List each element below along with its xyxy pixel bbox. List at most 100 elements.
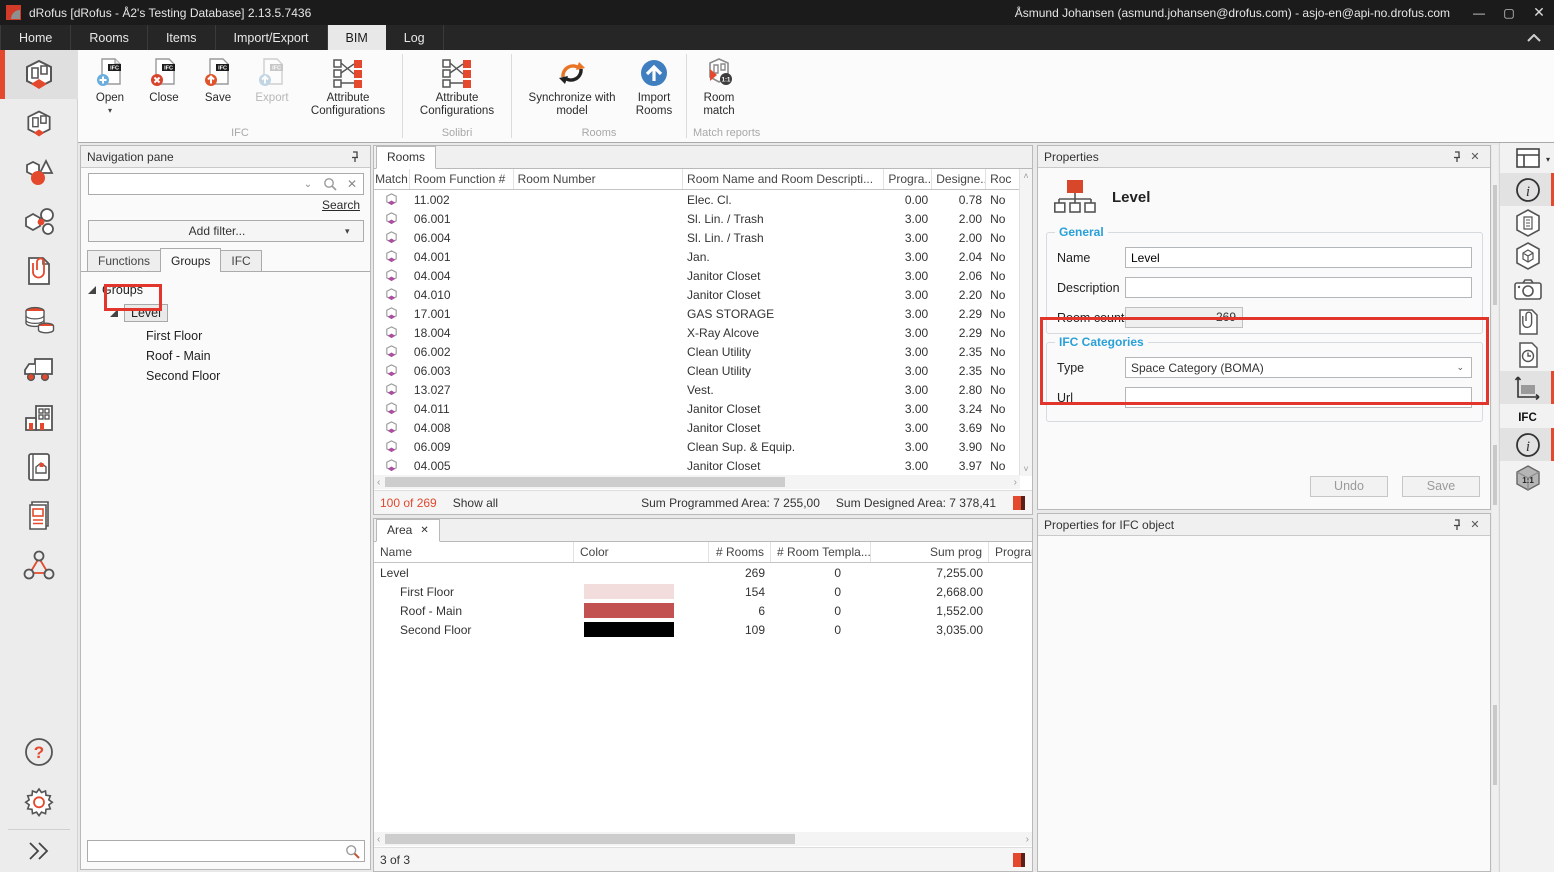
col-room-function[interactable]: Room Function #	[410, 169, 514, 189]
sidebar-item-finance[interactable]	[0, 295, 78, 344]
undo-button[interactable]: Undo	[1310, 476, 1388, 497]
tab-home[interactable]: Home	[0, 25, 71, 50]
show-all-link[interactable]: Show all	[453, 496, 498, 510]
open-dropdown-caret[interactable]: ▾	[108, 108, 112, 113]
add-filter-dropdown[interactable]: Add filter... ▾	[88, 220, 364, 242]
col-programmed[interactable]: Progra...	[884, 169, 932, 189]
name-field[interactable]	[1125, 247, 1472, 268]
room-row[interactable]: 06.002 Clean Utility 3.00 2.35 No	[374, 342, 1020, 361]
sidebar-item-items[interactable]	[0, 148, 78, 197]
sidebar-item-rooms[interactable]	[0, 50, 78, 99]
pin-icon[interactable]	[1448, 517, 1466, 533]
area-row[interactable]: Second Floor 109 0 3,035.00	[374, 620, 1032, 639]
area-doc-tab[interactable]: Area ✕	[376, 519, 440, 542]
sidebar-item-bim-manual[interactable]	[0, 442, 78, 491]
nav-tab-functions[interactable]: Functions	[87, 250, 161, 272]
clear-search-icon[interactable]: ✕	[341, 177, 363, 191]
nav-tab-ifc[interactable]: IFC	[220, 250, 261, 272]
close-panel-icon[interactable]: ✕	[1466, 149, 1484, 165]
report-book-icon[interactable]	[1012, 495, 1026, 511]
tab-bim[interactable]: BIM	[328, 25, 386, 50]
tree-node-groups[interactable]: Groups	[81, 280, 370, 300]
room-row[interactable]: 06.003 Clean Utility 3.00 2.35 No	[374, 361, 1020, 380]
report-book-icon[interactable]	[1012, 852, 1026, 868]
area-row[interactable]: Roof - Main 6 0 1,552.00	[374, 601, 1032, 620]
col-match[interactable]: Match	[374, 169, 410, 189]
room-row[interactable]: 17.001 GAS STORAGE 3.00 2.29 No	[374, 304, 1020, 323]
url-field[interactable]	[1125, 387, 1472, 408]
ifc-match-cube-icon[interactable]: 1:1	[1500, 461, 1554, 494]
tree-node-floor[interactable]: Roof - Main	[81, 346, 370, 366]
tree-filter-input[interactable]	[88, 844, 340, 859]
col-room-templates[interactable]: # Room Templa...	[771, 542, 871, 562]
maximize-button[interactable]: ▢	[1494, 0, 1524, 25]
col-num-rooms[interactable]: # Rooms	[709, 542, 771, 562]
sidebar-item-attachments[interactable]	[0, 246, 78, 295]
pin-icon[interactable]	[346, 149, 364, 165]
save-button[interactable]: IFC Save	[192, 54, 244, 105]
attachments-icon[interactable]	[1500, 305, 1554, 338]
search-input[interactable]	[89, 175, 297, 193]
close-button[interactable]: ✕	[1524, 0, 1554, 25]
chevron-down-icon[interactable]: ⌄	[297, 179, 319, 190]
close-panel-icon[interactable]: ✕	[1466, 517, 1484, 533]
collapse-ribbon-icon[interactable]	[1514, 25, 1554, 50]
col-name[interactable]: Name	[374, 542, 574, 562]
area-horizontal-scrollbar[interactable]: ‹›	[374, 832, 1032, 846]
sidebar-item-rooms-alt[interactable]	[0, 99, 78, 148]
tab-import-export[interactable]: Import/Export	[216, 25, 328, 50]
settings-gear-icon[interactable]	[0, 776, 78, 825]
attribute-configurations-solibri-button[interactable]: Attribute Configurations	[409, 54, 505, 118]
expand-sidebar-icon[interactable]	[0, 834, 78, 868]
col-room-name[interactable]: Room Name and Room Descripti...	[683, 169, 884, 189]
room-row[interactable]: 13.027 Vest. 3.00 2.80 No	[374, 380, 1020, 399]
pin-icon[interactable]	[1448, 149, 1466, 165]
sidebar-item-logistics[interactable]	[0, 344, 78, 393]
col-program[interactable]: Prograr	[989, 542, 1032, 562]
area-measure-icon[interactable]	[1500, 371, 1554, 404]
room-row[interactable]: 04.008 Janitor Closet 3.00 3.69 No	[374, 418, 1020, 437]
rooms-horizontal-scrollbar[interactable]: ‹›	[374, 475, 1020, 489]
room-row[interactable]: 06.004 Sl. Lin. / Trash 3.00 2.00 No	[374, 228, 1020, 247]
properties-scrollbar[interactable]	[1492, 145, 1498, 872]
description-field[interactable]	[1125, 277, 1472, 298]
save-button-properties[interactable]: Save	[1402, 476, 1480, 497]
navigation-search-box[interactable]: ⌄ ✕	[88, 173, 364, 195]
room-row[interactable]: 06.009 Clean Sup. & Equip. 3.00 3.90 No	[374, 437, 1020, 456]
ifc-document-icon[interactable]	[1500, 206, 1554, 239]
col-roc[interactable]: Roc	[986, 169, 1020, 189]
tree-node-floor[interactable]: First Floor	[81, 326, 370, 346]
col-color[interactable]: Color	[574, 542, 709, 562]
room-row[interactable]: 06.001 Sl. Lin. / Trash 3.00 2.00 No	[374, 209, 1020, 228]
tab-log[interactable]: Log	[386, 25, 444, 50]
rooms-doc-tab[interactable]: Rooms	[376, 146, 436, 169]
room-match-button[interactable]: 1:1 Room match	[693, 54, 745, 118]
tab-items[interactable]: Items	[148, 25, 216, 50]
room-row[interactable]: 04.005 Janitor Closet 3.00 3.97 No	[374, 456, 1020, 475]
area-row[interactable]: First Floor 154 0 2,668.00	[374, 582, 1032, 601]
sidebar-item-reports[interactable]	[0, 491, 78, 540]
minimize-button[interactable]: —	[1464, 0, 1494, 25]
room-row[interactable]: 04.011 Janitor Closet 3.00 3.24 No	[374, 399, 1020, 418]
help-icon[interactable]: ?	[0, 727, 78, 776]
room-row[interactable]: 04.004 Janitor Closet 3.00 2.06 No	[374, 266, 1020, 285]
area-row[interactable]: Level 269 0 7,255.00	[374, 563, 1032, 582]
col-room-number[interactable]: Room Number	[514, 169, 683, 189]
close-area-tab-icon[interactable]: ✕	[420, 525, 428, 536]
tree-filter-box[interactable]	[87, 840, 365, 862]
attribute-configurations-ifc-button[interactable]: Attribute Configurations	[300, 54, 396, 118]
tree-node-level[interactable]: Level	[81, 300, 370, 326]
room-row[interactable]: 18.004 X-Ray Alcove 3.00 2.29 No	[374, 323, 1020, 342]
open-button[interactable]: IFC Open ▾	[84, 54, 136, 113]
ifc-type-dropdown[interactable]: Space Category (BOMA) ⌄	[1125, 357, 1472, 378]
history-log-icon[interactable]	[1500, 338, 1554, 371]
close-button-ribbon[interactable]: IFC Close	[138, 54, 190, 105]
room-row[interactable]: 11.002 Elec. Cl. 0.00 0.78 No	[374, 190, 1020, 209]
search-icon[interactable]	[340, 844, 364, 859]
sidebar-item-item-groups[interactable]	[0, 197, 78, 246]
col-sum-prog[interactable]: Sum prog	[871, 542, 989, 562]
sidebar-item-buildings[interactable]	[0, 393, 78, 442]
nav-tab-groups[interactable]: Groups	[160, 248, 221, 272]
room-row[interactable]: 04.001 Jan. 3.00 2.04 No	[374, 247, 1020, 266]
synchronize-with-model-button[interactable]: Synchronize with model	[518, 54, 626, 118]
